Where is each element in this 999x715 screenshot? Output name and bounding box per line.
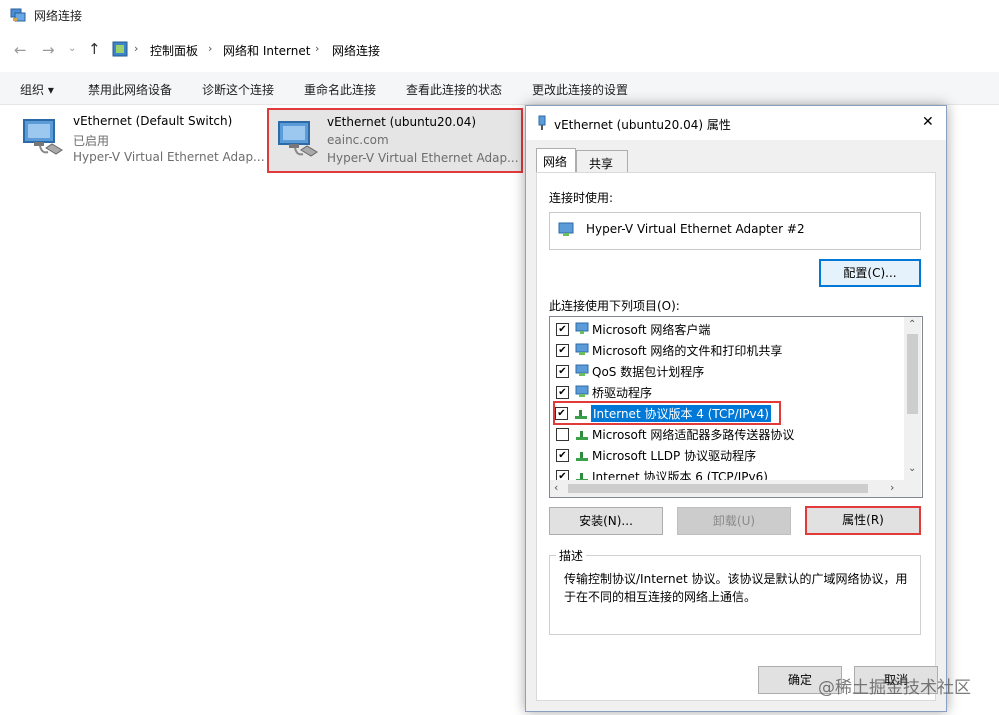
list-item[interactable]: ✔ QoS 数据包计划程序 bbox=[556, 361, 896, 382]
description-label: 描述 bbox=[556, 547, 587, 564]
breadcrumb-separator-icon: › bbox=[134, 42, 139, 55]
adapter-device: Hyper-V Virtual Ethernet Adap... bbox=[327, 151, 519, 165]
network-adapter-icon bbox=[20, 116, 64, 158]
items-label: 此连接使用下列项目(O): bbox=[549, 299, 680, 313]
item-checkbox[interactable] bbox=[556, 428, 569, 441]
network-client-icon bbox=[574, 322, 590, 336]
scroll-corner bbox=[904, 480, 921, 497]
scroll-right-icon[interactable]: › bbox=[890, 481, 894, 494]
hscroll-thumb[interactable] bbox=[568, 484, 868, 493]
uninstall-button: 卸载(U) bbox=[677, 507, 791, 535]
breadcrumb-separator-icon: › bbox=[208, 42, 213, 55]
network-service-icon bbox=[574, 364, 590, 378]
dialog-title-bar: vEthernet (ubuntu20.04) 属性 ✕ bbox=[526, 106, 946, 140]
network-card-icon bbox=[558, 222, 576, 238]
adapter-name: vEthernet (ubuntu20.04) bbox=[327, 115, 477, 129]
adapter-full-name: Hyper-V Virtual Ethernet Adapter #2 bbox=[586, 222, 805, 236]
item-label: Microsoft LLDP 协议驱动程序 bbox=[592, 449, 757, 463]
install-button[interactable]: 安装(N)... bbox=[549, 507, 663, 535]
protocol-icon bbox=[573, 406, 589, 420]
item-label: 桥驱动程序 bbox=[592, 386, 653, 400]
adapter-status: eainc.com bbox=[327, 133, 389, 147]
breadcrumb-separator-icon: › bbox=[315, 42, 320, 55]
description-text: 传输控制协议/Internet 协议。该协议是默认的广域网络协议，用于在不同的相… bbox=[564, 572, 908, 604]
tab-network-label: 网络 bbox=[543, 155, 568, 169]
adapter-name-box: Hyper-V Virtual Ethernet Adapter #2 bbox=[549, 212, 921, 250]
item-label: Microsoft 网络的文件和打印机共享 bbox=[592, 344, 783, 358]
scroll-thumb[interactable] bbox=[907, 334, 918, 414]
list-item[interactable]: ✔ 桥驱动程序 bbox=[556, 382, 896, 403]
adapter-ubuntu[interactable]: vEthernet (ubuntu20.04) eainc.com Hyper-… bbox=[267, 108, 523, 173]
window-title: 网络连接 bbox=[34, 9, 83, 23]
rename-connection-button[interactable]: 重命名此连接 bbox=[304, 81, 376, 98]
back-arrow-icon[interactable]: ← bbox=[14, 41, 27, 59]
forward-arrow-icon[interactable]: → bbox=[42, 41, 55, 59]
protocol-icon bbox=[574, 427, 590, 441]
item-label: QoS 数据包计划程序 bbox=[592, 365, 705, 379]
network-service-icon bbox=[574, 385, 590, 399]
scroll-up-icon[interactable]: ⌃ bbox=[908, 319, 916, 330]
item-checkbox[interactable]: ✔ bbox=[556, 449, 569, 462]
item-checkbox[interactable]: ✔ bbox=[556, 344, 569, 357]
watermark-text: @稀土掘金技术社区 bbox=[818, 678, 971, 698]
item-checkbox[interactable]: ✔ bbox=[556, 323, 569, 336]
item-checkbox[interactable]: ✔ bbox=[555, 407, 568, 420]
list-item[interactable]: ✔ Microsoft LLDP 协议驱动程序 bbox=[556, 445, 896, 466]
description-group: 描述 传输控制协议/Internet 协议。该协议是默认的广域网络协议，用于在不… bbox=[549, 547, 921, 635]
view-status-button[interactable]: 查看此连接的状态 bbox=[406, 81, 502, 98]
scroll-left-icon[interactable]: ‹ bbox=[554, 481, 558, 494]
dialog-title: vEthernet (ubuntu20.04) 属性 bbox=[554, 118, 731, 132]
properties-button[interactable]: 属性(R) bbox=[805, 506, 921, 535]
diagnose-connection-button[interactable]: 诊断这个连接 bbox=[202, 81, 274, 98]
list-item[interactable]: ✔ Internet 协议版本 4 (TCP/IPv4) bbox=[553, 401, 781, 425]
item-checkbox[interactable]: ✔ bbox=[556, 365, 569, 378]
breadcrumb-network-connections[interactable]: 网络连接 bbox=[332, 42, 380, 59]
address-bar-row: ← → ⌄ ↑ › 控制面板 › 网络和 Internet › 网络连接 bbox=[0, 32, 999, 68]
connect-using-label: 连接时使用: bbox=[549, 191, 614, 205]
adapter-device: Hyper-V Virtual Ethernet Adap... bbox=[73, 150, 265, 164]
item-label: Internet 协议版本 4 (TCP/IPv4) bbox=[591, 405, 771, 422]
network-service-icon bbox=[574, 343, 590, 357]
adapter-status: 已启用 bbox=[73, 134, 110, 148]
window-title-bar: 网络连接 bbox=[0, 0, 999, 30]
configure-button[interactable]: 配置(C)... bbox=[819, 259, 921, 287]
list-item[interactable]: ✔ Microsoft 网络的文件和打印机共享 bbox=[556, 340, 896, 361]
list-item[interactable]: Microsoft 网络适配器多路传送器协议 bbox=[556, 424, 896, 445]
tab-sharing-label: 共享 bbox=[589, 157, 614, 171]
adapter-plug-icon bbox=[536, 115, 548, 131]
adapter-default-switch[interactable]: vEthernet (Default Switch) 已启用 Hyper-V V… bbox=[16, 108, 266, 170]
network-tab-panel: 连接时使用: Hyper-V Virtual Ethernet Adapter … bbox=[536, 172, 936, 701]
close-icon[interactable]: ✕ bbox=[922, 114, 934, 130]
list-item[interactable]: ✔ Microsoft 网络客户端 bbox=[556, 319, 896, 340]
tab-network[interactable]: 网络 bbox=[536, 148, 576, 173]
components-list: ✔ Microsoft 网络客户端 ✔ Microsoft 网络的文件和打印机共享 ✔ Q… bbox=[549, 316, 923, 498]
breadcrumb-control-panel[interactable]: 控制面板 bbox=[150, 42, 198, 59]
properties-dialog: vEthernet (ubuntu20.04) 属性 ✕ 网络 共享 连接时使用… bbox=[525, 105, 947, 712]
up-arrow-icon[interactable]: ↑ bbox=[88, 40, 101, 58]
change-settings-button[interactable]: 更改此连接的设置 bbox=[532, 81, 628, 98]
item-label: Microsoft 网络客户端 bbox=[592, 323, 711, 337]
address-box[interactable]: › 控制面板 › 网络和 Internet › 网络连接 bbox=[108, 37, 997, 63]
disable-device-button[interactable]: 禁用此网络设备 bbox=[88, 81, 172, 98]
item-label: Microsoft 网络适配器多路传送器协议 bbox=[592, 428, 795, 442]
network-connections-icon bbox=[10, 7, 26, 23]
tab-sharing[interactable]: 共享 bbox=[576, 150, 628, 173]
breadcrumb-network-internet[interactable]: 网络和 Internet bbox=[223, 42, 310, 59]
components-list-items: ✔ Microsoft 网络客户端 ✔ Microsoft 网络的文件和打印机共享 ✔ Q… bbox=[550, 319, 904, 484]
control-panel-icon bbox=[112, 41, 128, 57]
network-adapter-icon bbox=[275, 118, 319, 160]
vertical-scrollbar[interactable]: ⌃ ⌄ bbox=[904, 317, 921, 480]
protocol-icon bbox=[574, 448, 590, 462]
command-bar: 组织 ▾ 禁用此网络设备 诊断这个连接 重命名此连接 查看此连接的状态 更改此连… bbox=[0, 72, 999, 105]
scroll-down-icon[interactable]: ⌄ bbox=[908, 463, 916, 474]
organize-button[interactable]: 组织 ▾ bbox=[20, 81, 54, 98]
recent-chevron-icon[interactable]: ⌄ bbox=[68, 43, 76, 54]
horizontal-scrollbar[interactable]: ‹ › bbox=[550, 480, 904, 497]
item-checkbox[interactable]: ✔ bbox=[556, 386, 569, 399]
adapter-name: vEthernet (Default Switch) bbox=[73, 114, 233, 128]
